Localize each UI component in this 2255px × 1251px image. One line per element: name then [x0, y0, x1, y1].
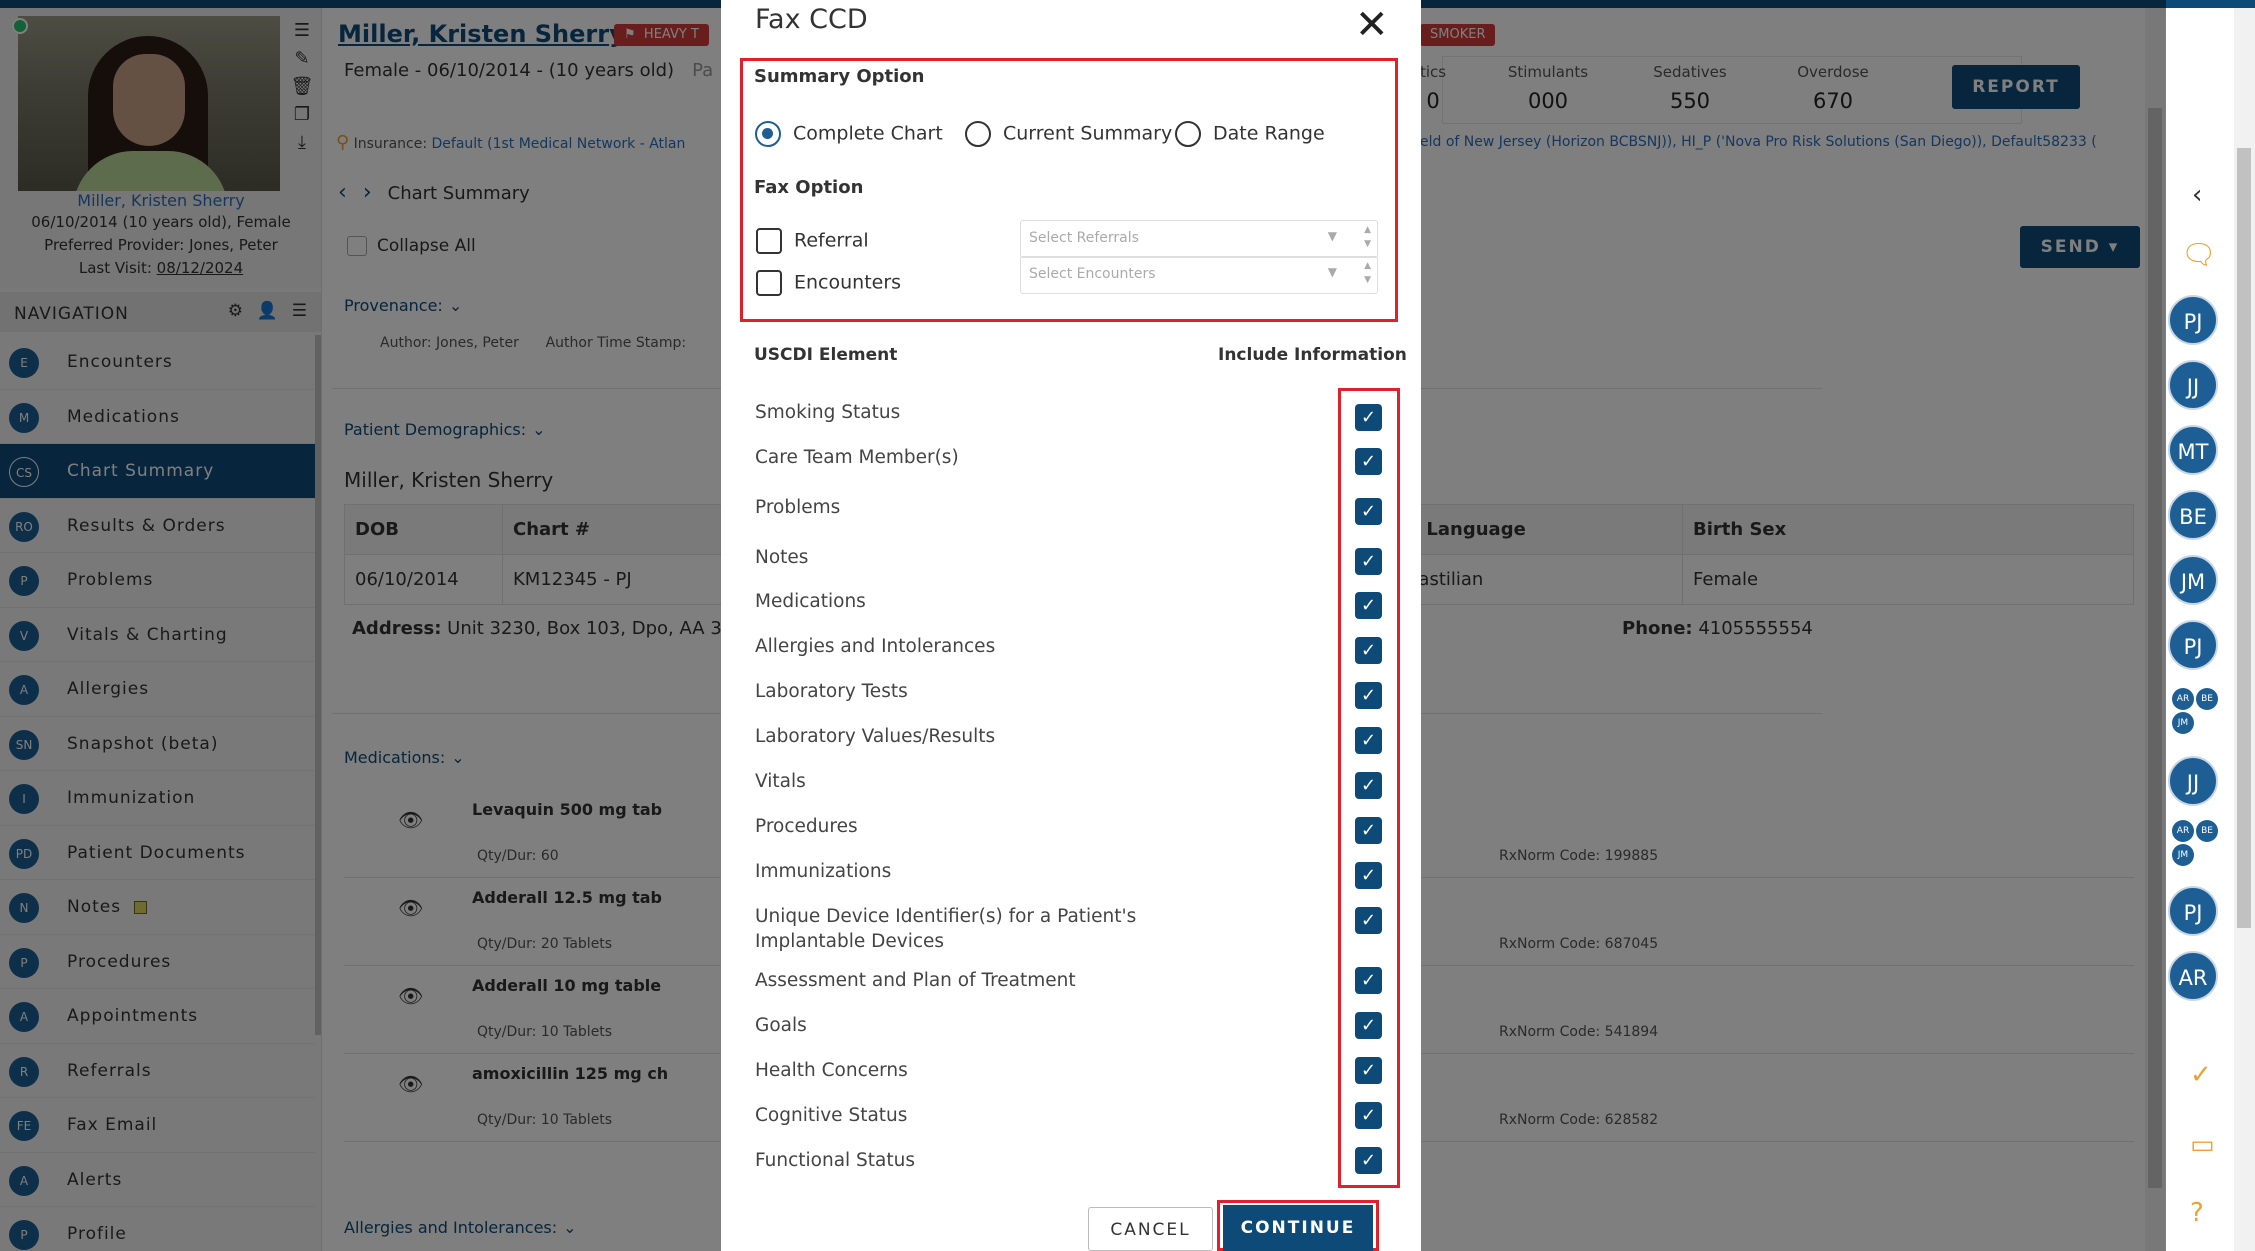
include-checkbox-assessment-and-plan-of-treatment[interactable]: ✓: [1355, 967, 1382, 994]
checkbox-encounters[interactable]: Encounters: [756, 270, 901, 296]
tasks-check-icon[interactable]: ✓: [2190, 1060, 2212, 1090]
user-avatar[interactable]: JJ: [2168, 756, 2218, 806]
radio-complete-chart[interactable]: Complete Chart: [755, 121, 943, 147]
include-information-heading: Include Information: [1218, 345, 1407, 365]
uscdi-element-label: Laboratory Values/Results: [755, 726, 996, 747]
uscdi-element-label: Care Team Member(s): [755, 447, 959, 468]
rail-collapse-icon[interactable]: ‹: [2192, 180, 2202, 210]
radio-current-summary[interactable]: Current Summary: [965, 121, 1172, 147]
modal-title: Fax CCD: [755, 4, 868, 35]
include-checkbox-smoking-status[interactable]: ✓: [1355, 404, 1382, 431]
uscdi-element-label: Laboratory Tests: [755, 681, 908, 702]
uscdi-element-label: Notes: [755, 547, 809, 568]
radio-indicator[interactable]: [965, 121, 991, 147]
include-checkbox-goals[interactable]: ✓: [1355, 1012, 1382, 1039]
messages-icon[interactable]: 🗨: [2181, 238, 2217, 271]
chevron-down-icon: ▼: [1327, 229, 1337, 243]
radio-date-range[interactable]: Date Range: [1175, 121, 1325, 147]
include-checkbox-allergies-and-intolerances[interactable]: ✓: [1355, 637, 1382, 664]
fax-option-heading: Fax Option: [754, 177, 864, 198]
summary-option-heading: Summary Option: [754, 66, 925, 87]
include-checkbox-unique-device-identifier-s-for-a-patient-s-implantable-devices[interactable]: ✓: [1355, 907, 1382, 934]
user-avatar[interactable]: MT: [2168, 425, 2218, 475]
help-icon[interactable]: ?: [2190, 1198, 2204, 1228]
include-checkbox-cognitive-status[interactable]: ✓: [1355, 1102, 1382, 1129]
checkbox-box[interactable]: [756, 270, 782, 296]
checkbox-referral[interactable]: Referral: [756, 228, 869, 254]
chevron-down-icon: ▼: [1327, 265, 1337, 279]
user-avatar[interactable]: PJ: [2168, 620, 2218, 670]
user-avatar[interactable]: JM: [2168, 555, 2218, 605]
user-avatar[interactable]: PJ: [2168, 295, 2218, 345]
uscdi-element-heading: USCDI Element: [754, 345, 898, 365]
uscdi-element-label: Procedures: [755, 816, 858, 837]
uscdi-element-label: Unique Device Identifier(s) for a Patien…: [755, 906, 1137, 952]
rail-scrollbar[interactable]: [2234, 8, 2255, 1251]
include-checkbox-laboratory-values-results[interactable]: ✓: [1355, 727, 1382, 754]
uscdi-element-label: Allergies and Intolerances: [755, 636, 996, 657]
include-checkbox-medications[interactable]: ✓: [1355, 592, 1382, 619]
uscdi-element-label: Functional Status: [755, 1150, 915, 1171]
cancel-button[interactable]: CANCEL: [1088, 1207, 1213, 1251]
uscdi-element-label: Health Concerns: [755, 1060, 908, 1081]
radio-indicator[interactable]: [1175, 121, 1201, 147]
spinner-icon[interactable]: ▲ ▼: [1364, 223, 1371, 251]
include-checkbox-immunizations[interactable]: ✓: [1355, 862, 1382, 889]
uscdi-element-label: Medications: [755, 591, 866, 612]
uscdi-element-label: Goals: [755, 1015, 807, 1036]
group-avatar[interactable]: JM: [2172, 712, 2194, 734]
user-avatar[interactable]: JJ: [2168, 360, 2218, 410]
user-avatar[interactable]: AR: [2168, 951, 2218, 1001]
include-checkbox-procedures[interactable]: ✓: [1355, 817, 1382, 844]
group-avatar[interactable]: AR: [2172, 820, 2194, 842]
group-avatar[interactable]: BE: [2196, 688, 2218, 710]
comment-icon[interactable]: ▭: [2190, 1130, 2215, 1160]
user-avatar[interactable]: BE: [2168, 490, 2218, 540]
checkbox-box[interactable]: [756, 228, 782, 254]
uscdi-element-label: Immunizations: [755, 861, 892, 882]
radio-indicator[interactable]: [755, 121, 781, 147]
uscdi-element-label: Vitals: [755, 771, 806, 792]
uscdi-element-label: Problems: [755, 497, 841, 518]
include-checkbox-problems[interactable]: ✓: [1355, 498, 1382, 525]
fax-ccd-modal: Fax CCD ✕ Summary Option Complete Chart C…: [721, 0, 1421, 1251]
right-rail: ‹ 🗨 PJ JJ MT BE JM PJ AR BE JM JJ AR BE JM PJ AR ✓ ▭ ?: [2166, 8, 2255, 1251]
select-encounters[interactable]: Select Encounters ▼ ▲ ▼: [1020, 256, 1378, 294]
include-checkbox-health-concerns[interactable]: ✓: [1355, 1057, 1382, 1084]
uscdi-element-label: Cognitive Status: [755, 1105, 908, 1126]
continue-button[interactable]: CONTINUE: [1223, 1205, 1373, 1251]
select-referral[interactable]: Select Referrals ▼ ▲ ▼: [1020, 220, 1378, 258]
include-checkbox-laboratory-tests[interactable]: ✓: [1355, 682, 1382, 709]
close-icon[interactable]: ✕: [1355, 2, 1389, 48]
include-checkbox-care-team-member-s[interactable]: ✓: [1355, 448, 1382, 475]
group-avatar[interactable]: BE: [2196, 820, 2218, 842]
group-avatar[interactable]: AR: [2172, 688, 2194, 710]
include-checkbox-notes[interactable]: ✓: [1355, 548, 1382, 575]
spinner-icon[interactable]: ▲ ▼: [1364, 259, 1371, 287]
uscdi-element-label: Smoking Status: [755, 402, 901, 423]
include-checkbox-functional-status[interactable]: ✓: [1355, 1147, 1382, 1174]
group-avatar[interactable]: JM: [2172, 844, 2194, 866]
uscdi-element-label: Assessment and Plan of Treatment: [755, 970, 1076, 991]
user-avatar[interactable]: PJ: [2168, 886, 2218, 936]
include-checkbox-vitals[interactable]: ✓: [1355, 772, 1382, 799]
